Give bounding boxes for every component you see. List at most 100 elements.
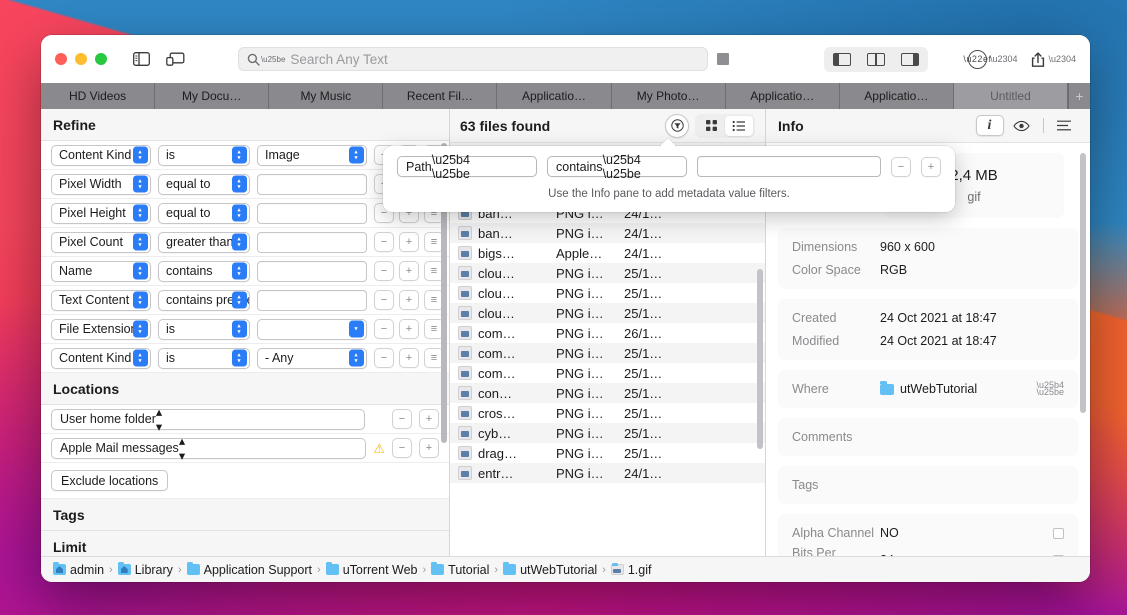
tab-8[interactable]: Untitled — [953, 83, 1068, 109]
info-list-tab-button[interactable] — [1050, 115, 1078, 136]
refine-value-input[interactable] — [257, 289, 367, 311]
tab-7[interactable]: Applicatio… — [840, 83, 954, 109]
where-row[interactable]: Where utWebTutorial \u25b4 \u25be — [792, 381, 1064, 397]
exclude-locations-button[interactable]: Exclude locations — [51, 470, 169, 491]
breadcrumb-item[interactable]: 1.gif — [610, 563, 652, 577]
file-row[interactable]: clou… PNG i… 25/1… — [450, 263, 765, 283]
refine-value-input[interactable] — [257, 202, 367, 224]
info-scrollbar[interactable] — [1080, 153, 1086, 413]
close-button[interactable] — [55, 53, 67, 65]
search-field[interactable]: \u25be Search Any Text — [237, 47, 708, 71]
list-view-button[interactable] — [725, 115, 753, 136]
refine-add-button[interactable]: + — [399, 290, 419, 310]
breadcrumb-item[interactable]: Tutorial — [431, 562, 489, 577]
refine-value-select[interactable]: Image ▴ ▾ — [257, 144, 367, 166]
breadcrumb-item[interactable]: Application Support — [186, 562, 312, 577]
breadcrumb-item[interactable]: uTorrent Web — [325, 562, 418, 577]
new-tab-button[interactable]: + — [1067, 83, 1090, 109]
popover-add-button[interactable]: + — [921, 156, 941, 177]
file-row[interactable]: con… PNG i… 25/1… — [450, 383, 765, 403]
layout-right-pane-button[interactable] — [894, 49, 926, 70]
popover-value-input[interactable] — [697, 156, 881, 177]
refine-attribute-select[interactable]: Text Content ▴ ▾ — [51, 289, 151, 311]
preview-toggle-icon[interactable] — [162, 46, 187, 72]
refine-operator-select[interactable]: greater than ▴ ▾ — [158, 231, 250, 253]
tags-card[interactable]: Tags — [778, 466, 1078, 504]
tab-2[interactable]: My Music — [269, 83, 384, 109]
minimize-button[interactable] — [75, 53, 87, 65]
refine-remove-button[interactable]: − — [374, 261, 394, 281]
refine-remove-button[interactable]: − — [374, 290, 394, 310]
tab-4[interactable]: Applicatio… — [497, 83, 612, 109]
file-row[interactable]: clou… PNG i… 25/1… — [450, 283, 765, 303]
info-field-checkbox[interactable] — [1053, 527, 1064, 539]
zoom-button[interactable] — [95, 53, 107, 65]
refine-value-combo[interactable]: ▾ — [257, 318, 367, 340]
refine-remove-button[interactable]: − — [374, 348, 394, 368]
tab-3[interactable]: Recent Fil… — [383, 83, 498, 109]
file-row[interactable]: clou… PNG i… 25/1… — [450, 303, 765, 323]
refine-attribute-select[interactable]: Content Kind ▴ ▾ — [51, 144, 151, 166]
preview-tab-button[interactable] — [1008, 115, 1036, 136]
location-add-button[interactable]: + — [419, 409, 439, 429]
tab-5[interactable]: My Photo… — [612, 83, 726, 109]
refine-add-button[interactable]: + — [399, 261, 419, 281]
refine-operator-select[interactable]: equal to ▴ ▾ — [158, 173, 250, 195]
location-select[interactable]: Apple Mail messages ▴ ▾ — [51, 434, 367, 463]
refine-operator-select[interactable]: is ▴ ▾ — [158, 144, 250, 166]
file-row[interactable]: cyb… PNG i… 25/1… — [450, 423, 765, 443]
refine-attribute-select[interactable]: Pixel Width ▴ ▾ — [51, 173, 151, 195]
refine-operator-select[interactable]: contains ▴ ▾ — [158, 260, 250, 282]
file-row[interactable]: ban… PNG i… 24/1… — [450, 223, 765, 243]
refine-remove-button[interactable]: − — [374, 319, 394, 339]
breadcrumb-item[interactable]: utWebTutorial — [503, 562, 597, 577]
info-field-checkbox[interactable] — [1053, 554, 1064, 556]
stop-button[interactable] — [708, 53, 738, 65]
refine-operator-select[interactable]: is ▴ ▾ — [158, 347, 250, 369]
tab-0[interactable]: HD Videos — [41, 83, 156, 109]
popover-attribute-select[interactable]: Path \u25b4 \u25be — [397, 153, 537, 181]
refine-add-button[interactable]: + — [399, 319, 419, 339]
refine-attribute-select[interactable]: Pixel Count ▴ ▾ — [51, 231, 151, 253]
info-tab-button[interactable]: i — [975, 115, 1004, 136]
refine-attribute-select[interactable]: Name ▴ ▾ — [51, 260, 151, 282]
file-row[interactable]: bigs… Apple… 24/1… — [450, 243, 765, 263]
tab-1[interactable]: My Docu… — [155, 83, 270, 109]
file-row[interactable]: entr… PNG i… 24/1… — [450, 463, 765, 483]
where-stepper-icon[interactable]: \u25b4 \u25be — [1036, 381, 1064, 397]
location-remove-button[interactable]: − — [392, 409, 412, 429]
comments-card[interactable]: Comments — [778, 418, 1078, 456]
popover-operator-select[interactable]: contains \u25b4 \u25be — [547, 153, 687, 181]
refine-value-input[interactable] — [257, 260, 367, 282]
tab-6[interactable]: Applicatio… — [726, 83, 840, 109]
location-select[interactable]: User home folder ▴ ▾ — [51, 405, 365, 434]
location-remove-button[interactable]: − — [392, 438, 412, 458]
more-menu-button[interactable]: \u22ef \u2304 — [963, 49, 1017, 69]
layout-left-pane-button[interactable] — [826, 49, 858, 70]
results-scrollbar[interactable] — [757, 269, 763, 449]
refine-operator-select[interactable]: contains prefixes▴▾ — [158, 289, 250, 311]
layout-both-panes-button[interactable] — [860, 49, 892, 70]
sidebar-toggle-icon[interactable] — [129, 46, 154, 72]
funnel-filter-button[interactable] — [665, 113, 689, 138]
refine-remove-button[interactable]: − — [374, 232, 394, 252]
refine-attribute-select[interactable]: Content Kind ▴ ▾ — [51, 347, 151, 369]
share-button[interactable]: \u2304 — [1031, 51, 1076, 68]
file-row[interactable]: com… PNG i… 26/1… — [450, 323, 765, 343]
file-row[interactable]: com… PNG i… 25/1… — [450, 363, 765, 383]
file-row[interactable]: com… PNG i… 25/1… — [450, 343, 765, 363]
refine-value-input[interactable] — [257, 231, 367, 253]
refine-value-select[interactable]: - Any ▴ ▾ — [257, 347, 367, 369]
file-row[interactable]: cros… PNG i… 25/1… — [450, 403, 765, 423]
location-add-button[interactable]: + — [419, 438, 439, 458]
file-row[interactable]: drag… PNG i… 25/1… — [450, 443, 765, 463]
refine-operator-select[interactable]: is ▴ ▾ — [158, 318, 250, 340]
breadcrumb-item[interactable]: admin — [53, 562, 104, 577]
refine-add-button[interactable]: + — [399, 348, 419, 368]
refine-value-input[interactable] — [257, 173, 367, 195]
refine-add-button[interactable]: + — [399, 232, 419, 252]
refine-attribute-select[interactable]: Pixel Height ▴ ▾ — [51, 202, 151, 224]
grid-view-button[interactable] — [697, 116, 725, 136]
refine-attribute-select[interactable]: File Extension ▴ ▾ — [51, 318, 151, 340]
popover-remove-button[interactable]: − — [891, 156, 911, 177]
